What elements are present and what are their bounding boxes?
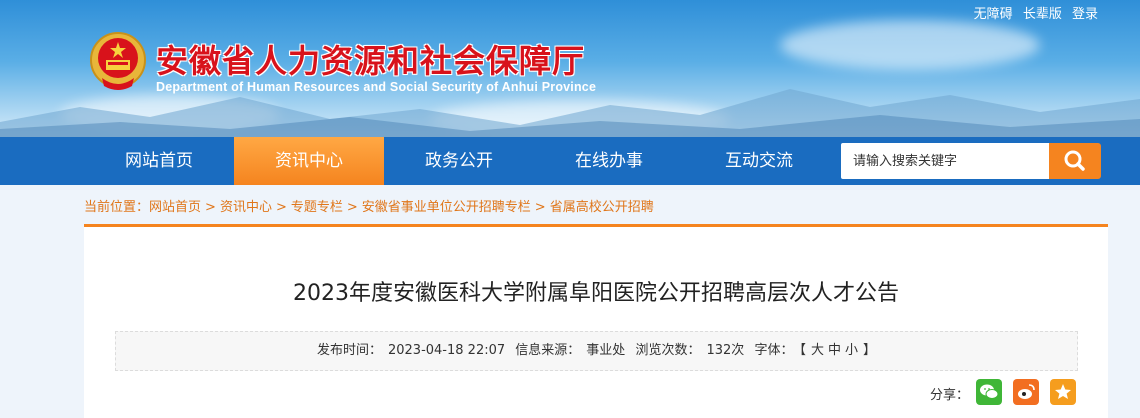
article-meta: 发布时间： 2023-04-18 22:07 信息来源： 事业处 浏览次数： 132次… (115, 331, 1078, 371)
breadcrumb-news[interactable]: 资讯中心 (220, 200, 272, 215)
site-subtitle: Department of Human Resources and Social… (156, 80, 597, 94)
search-icon (1064, 150, 1085, 171)
wechat-icon (980, 384, 999, 399)
nav-item-news[interactable]: 资讯中心 (234, 137, 384, 185)
nav-item-home[interactable]: 网站首页 (84, 137, 234, 185)
weibo-share-button[interactable] (1013, 379, 1039, 405)
breadcrumb-recruitment[interactable]: 安徽省事业单位公开招聘专栏 (362, 200, 531, 215)
header-banner: 无障碍 长辈版 登录 安徽省人力资源和社会保障厅 Department of H… (0, 0, 1140, 137)
elder-mode-link[interactable]: 长辈版 (1023, 7, 1062, 22)
breadcrumb-university[interactable]: 省属高校公开招聘 (550, 200, 654, 215)
nav-item-government[interactable]: 政务公开 (384, 137, 534, 185)
breadcrumb-home[interactable]: 网站首页 (149, 200, 201, 215)
font-bracket-open: 【 (799, 343, 806, 358)
article-card: 2023年度安徽医科大学附属阜阳医院公开招聘高层次人才公告 发布时间： 2023-… (84, 224, 1108, 418)
share-label: 分享： (930, 388, 970, 403)
source-value: 事业处 (586, 343, 626, 358)
article-title: 2023年度安徽医科大学附属阜阳医院公开招聘高层次人才公告 (293, 281, 899, 306)
search-button[interactable] (1049, 143, 1101, 179)
qzone-share-button[interactable] (1050, 379, 1076, 405)
views-count: 132次 (706, 343, 745, 358)
breadcrumb-separator: > (534, 200, 546, 215)
font-size-large[interactable]: 大 (811, 343, 824, 358)
breadcrumb-topics[interactable]: 专题专栏 (291, 200, 343, 215)
breadcrumb-separator: > (346, 200, 358, 215)
accessibility-link[interactable]: 无障碍 (974, 7, 1013, 22)
login-link[interactable]: 登录 (1072, 7, 1098, 22)
weibo-icon (1018, 384, 1035, 399)
source-label: 信息来源： (515, 343, 581, 358)
wechat-share-button[interactable] (976, 379, 1002, 405)
main-nav: 网站首页 资讯中心 政务公开 在线办事 互动交流 (0, 137, 1140, 185)
nav-item-interaction[interactable]: 互动交流 (684, 137, 834, 185)
breadcrumb-prefix: 当前位置： (84, 200, 150, 215)
national-emblem-icon[interactable] (88, 30, 148, 94)
font-size-label: 字体： (754, 343, 794, 358)
search-input[interactable] (841, 143, 1049, 179)
views-label: 浏览次数： (635, 343, 701, 358)
font-size-small[interactable]: 小 (845, 343, 858, 358)
font-size-medium[interactable]: 中 (828, 343, 841, 358)
publish-label: 发布时间： (316, 343, 382, 358)
publish-time: 2023-04-18 22:07 (387, 343, 506, 358)
nav-item-online-service[interactable]: 在线办事 (534, 137, 684, 185)
breadcrumb-separator: > (275, 200, 287, 215)
site-title[interactable]: 安徽省人力资源和社会保障厅 (156, 36, 585, 82)
font-bracket-close: 】 (863, 343, 877, 358)
cloud-decoration (780, 20, 1040, 70)
breadcrumb-separator: > (205, 200, 216, 215)
qzone-icon (1055, 384, 1071, 399)
breadcrumb: 当前位置：网站首页 > 资讯中心 > 专题专栏 > 安徽省事业单位公开招聘专栏 > 省属高校公开… (84, 196, 654, 215)
top-links: 无障碍 长辈版 登录 (968, 3, 1098, 22)
